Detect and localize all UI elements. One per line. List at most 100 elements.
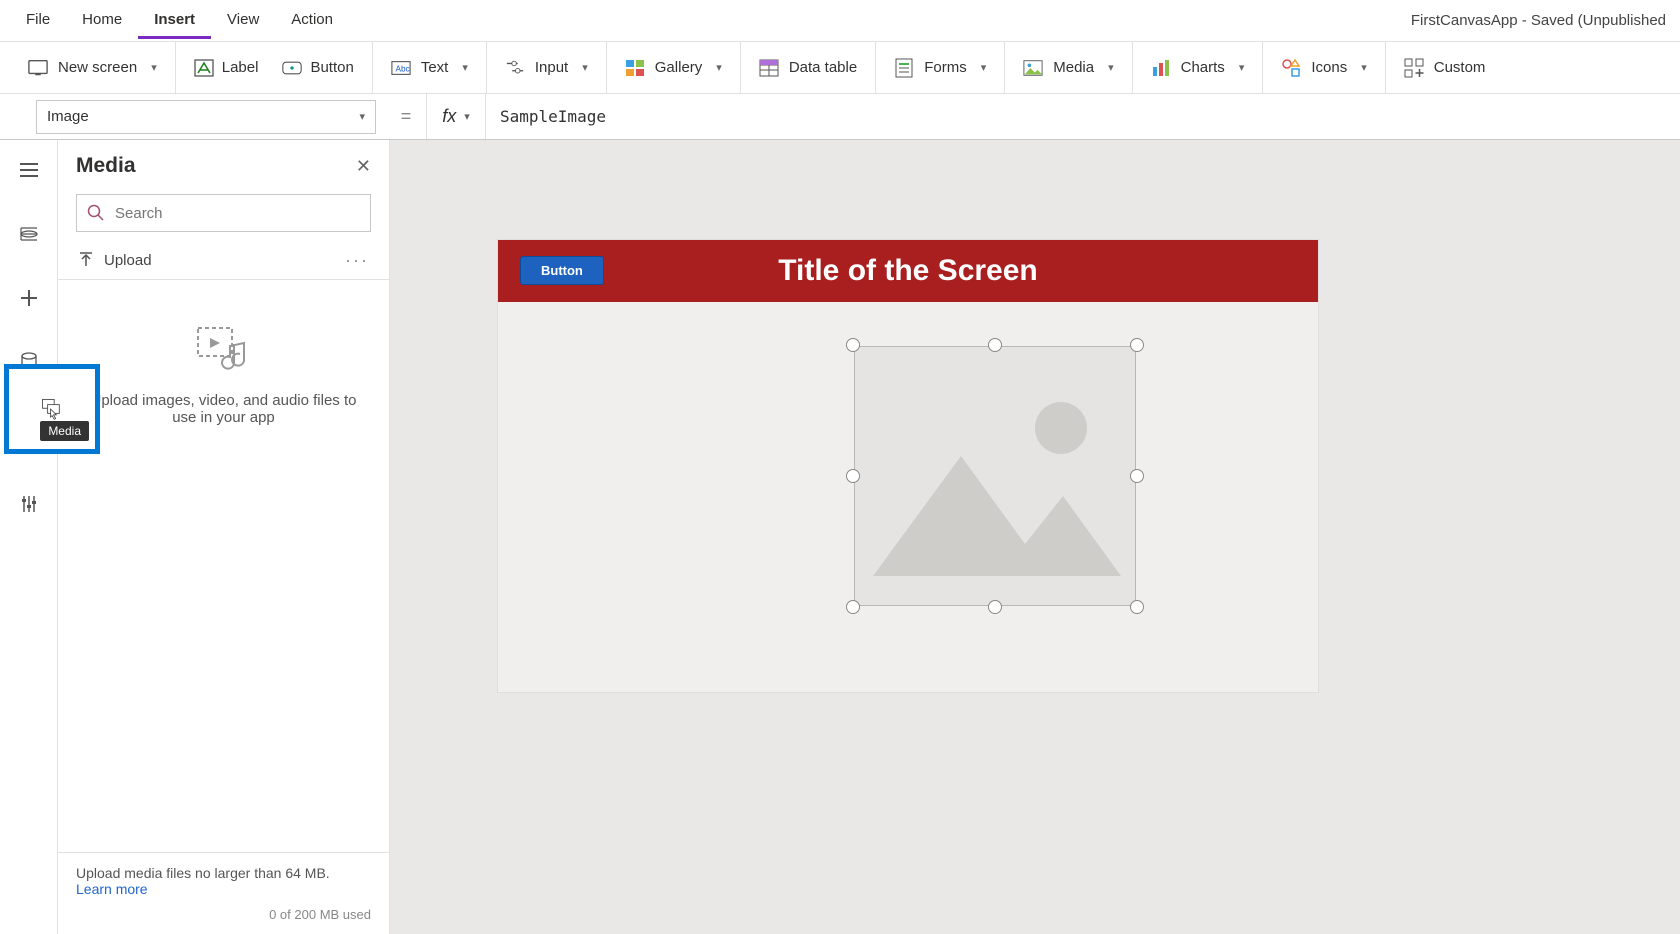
gallery-icon (625, 58, 645, 78)
rail-hamburger[interactable] (9, 154, 49, 186)
label-text: Label (222, 59, 259, 76)
screen-icon (28, 58, 48, 78)
icons-button[interactable]: Icons ▾ (1263, 42, 1385, 93)
label-button[interactable]: Label (194, 58, 259, 78)
resize-handle-tr[interactable] (1130, 338, 1144, 352)
more-options-icon[interactable]: ··· (345, 250, 369, 271)
resize-handle-bl[interactable] (846, 600, 860, 614)
label-icon (194, 58, 214, 78)
text-button[interactable]: Abc Text ▾ (373, 42, 487, 93)
new-screen-label: New screen (58, 59, 137, 76)
equals-sign: = (386, 106, 426, 127)
icons-label: Icons (1311, 59, 1347, 76)
icons-icon (1281, 58, 1301, 78)
charts-button[interactable]: Charts ▾ (1133, 42, 1264, 93)
gallery-button[interactable]: Gallery ▾ (607, 42, 741, 93)
learn-more-link[interactable]: Learn more (76, 881, 148, 897)
chevron-down-icon: ▾ (1361, 61, 1367, 74)
data-table-label: Data table (789, 59, 857, 76)
custom-icon (1404, 58, 1424, 78)
chevron-down-icon: ▾ (462, 61, 468, 74)
canvas-area[interactable]: Button Title of the Screen (390, 140, 1680, 934)
footer-text: Upload media files no larger than 64 MB. (76, 865, 371, 881)
resize-handle-mr[interactable] (1130, 469, 1144, 483)
rail-media-highlight[interactable]: Media (4, 364, 100, 454)
chevron-down-icon: ▾ (716, 61, 722, 74)
screen-header-button[interactable]: Button (520, 256, 604, 285)
media-button[interactable]: Media ▾ (1005, 42, 1132, 93)
fx-icon: fx (442, 106, 456, 127)
menu-action[interactable]: Action (275, 3, 349, 39)
empty-text: Upload images, video, and audio files to… (58, 392, 389, 426)
screen-title: Title of the Screen (778, 254, 1038, 288)
storage-usage: 0 of 200 MB used (76, 907, 371, 922)
chevron-down-icon: ▾ (1108, 61, 1114, 74)
button-text: Button (310, 59, 353, 76)
image-placeholder-icon (865, 366, 1125, 586)
image-control-selection[interactable] (846, 338, 1144, 614)
chevron-down-icon: ▾ (359, 110, 365, 123)
property-selector[interactable]: Image ▾ (36, 100, 376, 134)
charts-label: Charts (1181, 59, 1225, 76)
sample-image-placeholder[interactable] (854, 346, 1136, 606)
search-input[interactable] (113, 204, 360, 223)
text-label: Text (421, 59, 449, 76)
menu-tabs: File Home Insert View Action (10, 3, 349, 39)
resize-handle-ml[interactable] (846, 469, 860, 483)
upload-button[interactable]: Upload (78, 252, 152, 270)
app-screen[interactable]: Button Title of the Screen (498, 240, 1318, 692)
chevron-down-icon: ▾ (582, 61, 588, 74)
left-rail: Media (0, 140, 58, 934)
menu-insert[interactable]: Insert (138, 3, 211, 39)
resize-handle-br[interactable] (1130, 600, 1144, 614)
button-icon (282, 58, 302, 78)
chevron-down-icon: ▾ (464, 110, 470, 123)
menu-bar: File Home Insert View Action FirstCanvas… (0, 0, 1680, 42)
forms-label: Forms (924, 59, 967, 76)
media-icon (1023, 58, 1043, 78)
app-title: FirstCanvasApp - Saved (Unpublished (1411, 12, 1670, 29)
search-icon (87, 204, 105, 222)
screen-header: Button Title of the Screen (498, 240, 1318, 302)
chevron-down-icon: ▾ (151, 61, 157, 74)
menu-file[interactable]: File (10, 3, 66, 39)
close-icon[interactable]: ✕ (356, 156, 371, 177)
resize-handle-tc[interactable] (988, 338, 1002, 352)
custom-button[interactable]: Custom (1386, 42, 1504, 93)
menu-view[interactable]: View (211, 3, 275, 39)
charts-icon (1151, 58, 1171, 78)
resize-handle-tl[interactable] (846, 338, 860, 352)
search-box[interactable] (76, 194, 371, 232)
ribbon: New screen ▾ Label Button Abc Text ▾ Inp… (0, 42, 1680, 94)
empty-media-icon (194, 324, 254, 374)
custom-label: Custom (1434, 59, 1486, 76)
input-button[interactable]: Input ▾ (487, 42, 607, 93)
chevron-down-icon: ▾ (981, 61, 987, 74)
property-name: Image (47, 108, 89, 125)
panel-title: Media (76, 154, 136, 178)
fx-button[interactable]: fx ▾ (426, 94, 486, 139)
rail-advanced-tools[interactable] (9, 488, 49, 520)
chevron-down-icon: ▾ (1239, 61, 1245, 74)
forms-button[interactable]: Forms ▾ (876, 42, 1005, 93)
input-label: Input (535, 59, 568, 76)
data-table-button[interactable]: Data table (741, 42, 876, 93)
formula-input[interactable]: SampleImage (486, 107, 1680, 126)
rail-insert[interactable] (9, 282, 49, 314)
upload-icon (78, 252, 94, 270)
media-cursor-icon (41, 398, 63, 420)
svg-text:Abc: Abc (395, 64, 409, 73)
upload-label: Upload (104, 252, 152, 269)
formula-bar: Image ▾ = fx ▾ SampleImage (0, 94, 1680, 140)
forms-icon (894, 58, 914, 78)
panel-footer: Upload media files no larger than 64 MB.… (58, 852, 389, 934)
resize-handle-bc[interactable] (988, 600, 1002, 614)
new-screen-button[interactable]: New screen ▾ (10, 42, 176, 93)
rail-tree-view[interactable] (9, 218, 49, 250)
media-panel: Media ✕ Upload ··· Upload images, video,… (58, 140, 390, 934)
media-label: Media (1053, 59, 1094, 76)
button-button[interactable]: Button (282, 58, 353, 78)
gallery-label: Gallery (655, 59, 703, 76)
input-icon (505, 58, 525, 78)
menu-home[interactable]: Home (66, 3, 138, 39)
